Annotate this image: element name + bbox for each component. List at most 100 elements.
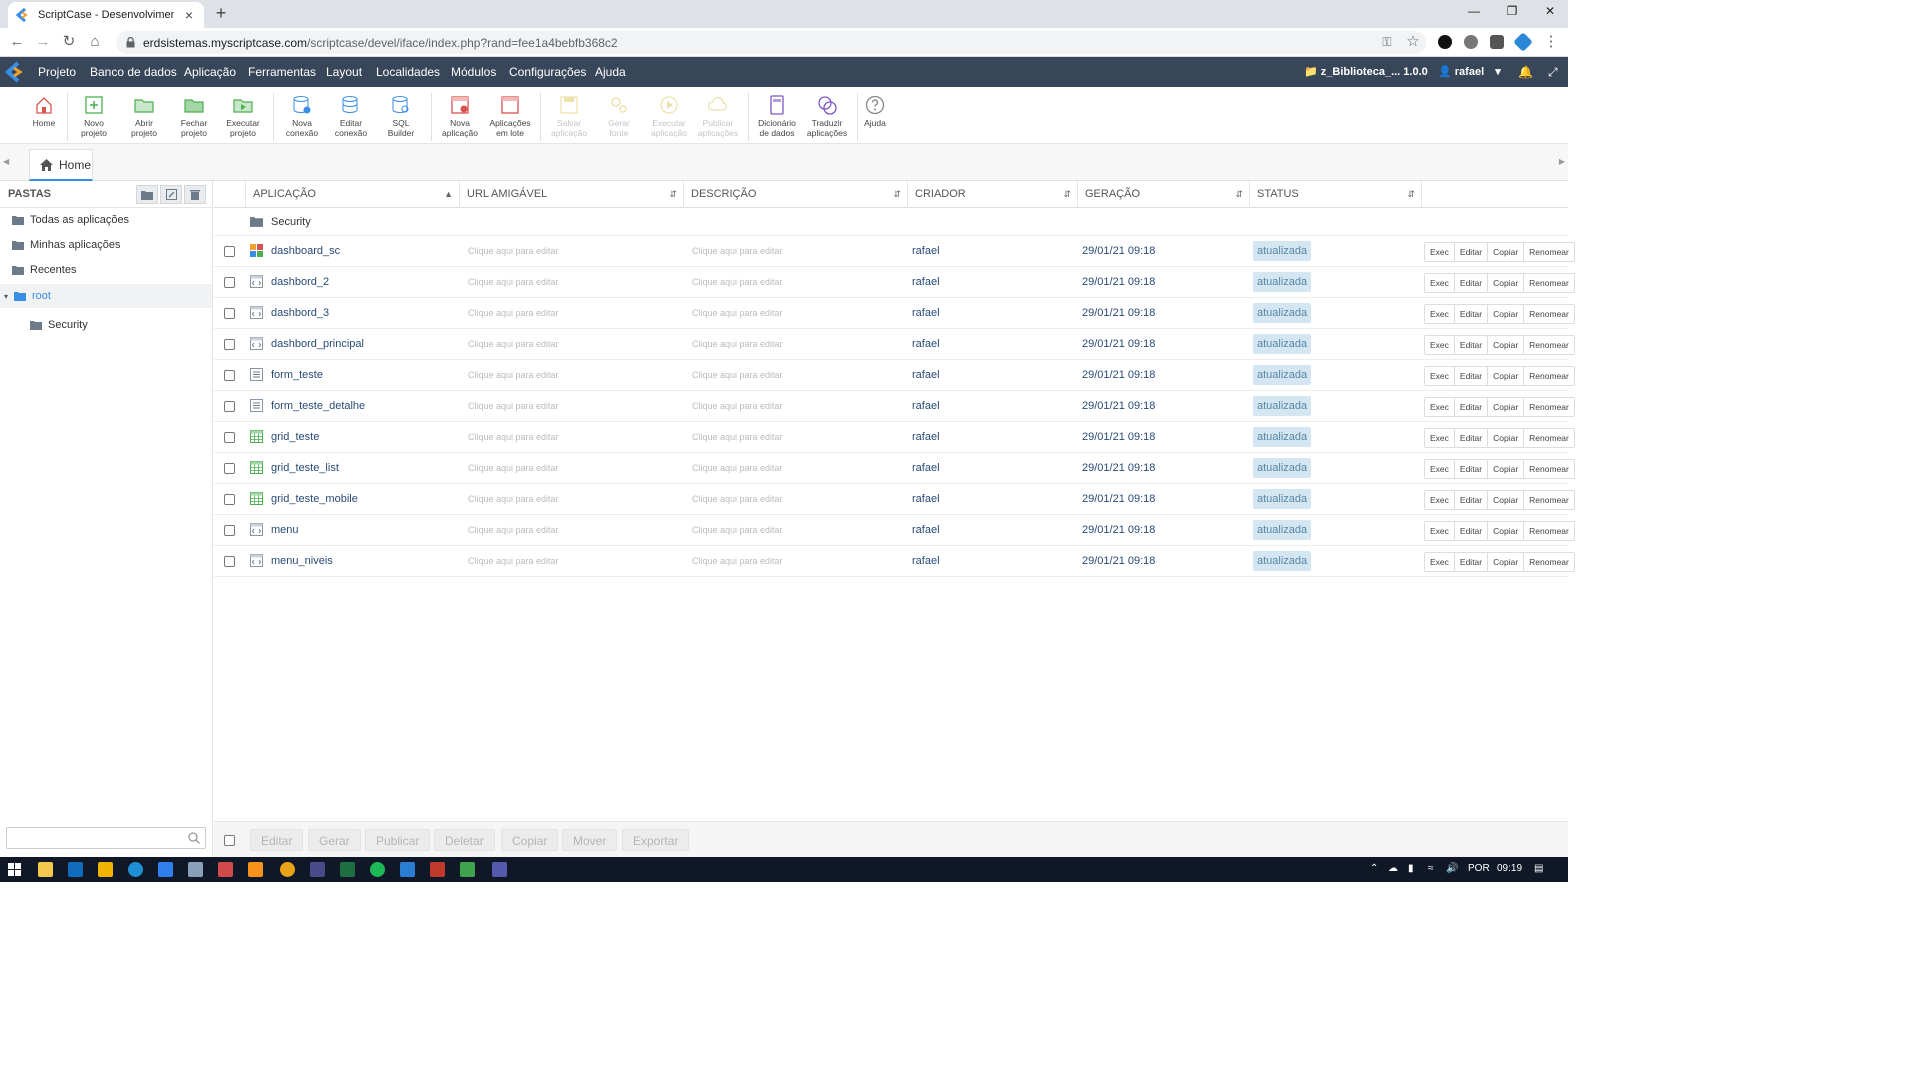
copy-button[interactable]: Copiar	[1488, 460, 1525, 478]
menu-ajuda[interactable]: Ajuda	[595, 57, 626, 87]
app-icon[interactable]	[310, 862, 325, 877]
chrome-icon[interactable]	[280, 862, 295, 877]
toolbar-open-project-button[interactable]: Abrir projeto	[120, 93, 168, 138]
notifications-center-icon[interactable]: ▤	[1534, 863, 1543, 874]
word-icon[interactable]	[400, 862, 415, 877]
description-placeholder[interactable]: Clique aqui para editar	[692, 422, 783, 453]
browser-tab[interactable]: ScriptCase - Desenvolvimento - ×	[8, 2, 204, 28]
new-folder-button[interactable]	[136, 185, 158, 204]
friendly-url-placeholder[interactable]: Clique aqui para editar	[468, 298, 559, 329]
extensions-puzzle-icon[interactable]	[1490, 35, 1504, 49]
fullscreen-icon[interactable]: ⤢	[1548, 57, 1558, 87]
extension-recycle-icon[interactable]	[1464, 35, 1478, 49]
row-checkbox[interactable]	[224, 525, 235, 536]
edit-button[interactable]: Editar	[1454, 305, 1489, 323]
friendly-url-placeholder[interactable]: Clique aqui para editar	[468, 360, 559, 391]
folder-recent[interactable]: Recentes	[12, 264, 76, 276]
description-placeholder[interactable]: Clique aqui para editar	[692, 484, 783, 515]
notepad-icon[interactable]	[188, 862, 203, 877]
toolbar-close-project-button[interactable]: Fechar projeto	[170, 93, 218, 138]
row-checkbox[interactable]	[224, 308, 235, 319]
folder-row-security[interactable]: Security	[214, 208, 1568, 236]
tab-home[interactable]: Home	[29, 149, 93, 181]
sublime-icon[interactable]	[248, 862, 263, 877]
restore-icon[interactable]: ❐	[1502, 4, 1522, 18]
friendly-url-placeholder[interactable]: Clique aqui para editar	[468, 236, 559, 267]
app-name-link[interactable]: grid_teste	[271, 422, 319, 453]
battery-icon[interactable]: ▮	[1408, 863, 1414, 874]
row-checkbox[interactable]	[224, 246, 235, 257]
description-placeholder[interactable]: Clique aqui para editar	[692, 515, 783, 546]
minimize-icon[interactable]: —	[1464, 4, 1484, 18]
bulk-copy-button[interactable]: Copiar	[501, 829, 559, 851]
windows-start-icon[interactable]	[8, 863, 21, 876]
row-checkbox[interactable]	[224, 277, 235, 288]
menu-localidades[interactable]: Localidades	[376, 57, 440, 87]
tray-chevron-up-icon[interactable]: ⌃	[1370, 863, 1378, 874]
row-checkbox[interactable]	[224, 401, 235, 412]
bulk-generate-button[interactable]: Gerar	[308, 829, 361, 851]
copy-button[interactable]: Copiar	[1488, 274, 1525, 292]
toolbar-new-connection-button[interactable]: Nova conexão	[278, 93, 326, 138]
scriptcase-logo-icon[interactable]	[4, 61, 26, 83]
row-checkbox[interactable]	[224, 463, 235, 474]
file-explorer-icon[interactable]	[38, 862, 53, 877]
exec-button[interactable]: Exec	[1425, 491, 1455, 509]
menu-aplicacao[interactable]: Aplicação	[184, 57, 236, 87]
edit-button[interactable]: Editar	[1454, 336, 1489, 354]
bulk-delete-button[interactable]: Deletar	[434, 829, 495, 851]
url-field[interactable]: erdsistemas.myscriptcase.com/scriptcase/…	[116, 31, 1426, 54]
description-placeholder[interactable]: Clique aqui para editar	[692, 329, 783, 360]
toolbar-run-project-button[interactable]: Executar projeto	[219, 93, 267, 138]
rename-button[interactable]: Renomear	[1524, 367, 1574, 385]
volume-icon[interactable]: 🔊	[1446, 863, 1458, 874]
table-row[interactable]: grid_teste_list Clique aqui para editar Cl…	[214, 453, 1575, 484]
table-row[interactable]: dashbord_3 Clique aqui para editar Clique …	[214, 298, 1575, 329]
scroll-right-icon[interactable]: ▶	[1559, 157, 1565, 166]
column-header-descricao[interactable]: DESCRIÇÃO ⇵	[684, 181, 908, 208]
friendly-url-placeholder[interactable]: Clique aqui para editar	[468, 515, 559, 546]
edit-button[interactable]: Editar	[1454, 429, 1489, 447]
exec-button[interactable]: Exec	[1425, 460, 1455, 478]
copy-button[interactable]: Copiar	[1488, 522, 1525, 540]
copy-button[interactable]: Copiar	[1488, 429, 1525, 447]
friendly-url-placeholder[interactable]: Clique aqui para editar	[468, 546, 559, 577]
menu-configuracoes[interactable]: Configurações	[509, 57, 586, 87]
friendly-url-placeholder[interactable]: Clique aqui para editar	[468, 329, 559, 360]
column-header-aplicacao[interactable]: APLICAÇÃO ▲	[246, 181, 460, 208]
description-placeholder[interactable]: Clique aqui para editar	[692, 298, 783, 329]
description-placeholder[interactable]: Clique aqui para editar	[692, 453, 783, 484]
bulk-publish-button[interactable]: Publicar	[365, 829, 431, 851]
shield-icon[interactable]	[430, 862, 445, 877]
exec-button[interactable]: Exec	[1425, 367, 1455, 385]
wifi-icon[interactable]: ≈	[1428, 863, 1434, 874]
browser-menu-icon[interactable]: ⋮	[1542, 33, 1560, 51]
exec-button[interactable]: Exec	[1425, 522, 1455, 540]
app-name-link[interactable]: grid_teste_mobile	[271, 484, 358, 515]
column-header-criador[interactable]: CRIADOR ⇵	[908, 181, 1078, 208]
copy-button[interactable]: Copiar	[1488, 305, 1525, 323]
table-row[interactable]: menu Clique aqui para editar Clique aqui p…	[214, 515, 1575, 546]
edit-button[interactable]: Editar	[1454, 367, 1489, 385]
toolbar-new-app-button[interactable]: Nova aplicação	[436, 93, 484, 138]
edit-button[interactable]: Editar	[1454, 274, 1489, 292]
scroll-left-icon[interactable]: ◀	[3, 157, 9, 166]
app-name-link[interactable]: dashboard_sc	[271, 236, 340, 267]
table-row[interactable]: menu_niveis Clique aqui para editar Clique…	[214, 546, 1575, 577]
edit-button[interactable]: Editar	[1454, 460, 1489, 478]
spotify-icon[interactable]	[370, 862, 385, 877]
edit-button[interactable]: Editar	[1454, 243, 1489, 261]
exec-button[interactable]: Exec	[1425, 274, 1455, 292]
table-row[interactable]: dashbord_2 Clique aqui para editar Clique …	[214, 267, 1575, 298]
app-name-link[interactable]: form_teste_detalhe	[271, 391, 365, 422]
toolbar-new-project-button[interactable]: Novo projeto	[70, 93, 118, 138]
toolbar-run-app-button[interactable]: Executar aplicação	[645, 93, 693, 138]
key-icon[interactable]: ⚿	[1378, 33, 1396, 51]
toolbar-edit-connection-button[interactable]: Editar conexão	[327, 93, 375, 138]
new-tab-button[interactable]: +	[212, 4, 230, 23]
reload-icon[interactable]: ↻	[60, 33, 78, 51]
table-row[interactable]: dashboard_sc Clique aqui para editar Cliqu…	[214, 236, 1575, 267]
menu-ferramentas[interactable]: Ferramentas	[248, 57, 316, 87]
app-name-link[interactable]: dashbord_2	[271, 267, 329, 298]
folder-root[interactable]: ▾ root	[4, 290, 51, 302]
